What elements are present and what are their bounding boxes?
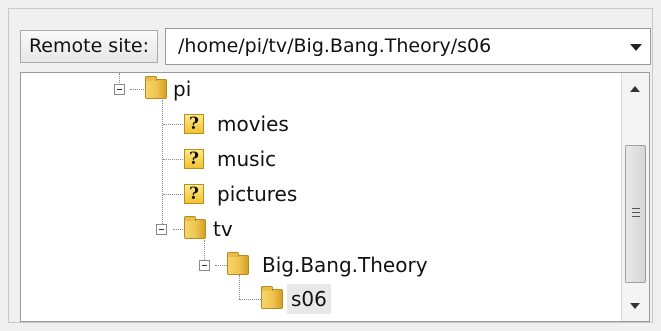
tree-item-big-bang-theory[interactable]: Big.Bang.Theory xyxy=(194,250,454,280)
tree-connector xyxy=(239,299,261,300)
tree-item-music[interactable]: ? music xyxy=(181,144,341,174)
unknown-folder-icon: ? xyxy=(184,184,204,204)
folder-icon xyxy=(145,76,167,99)
grip-icon xyxy=(632,216,640,217)
tree-item-label: s06 xyxy=(287,284,331,314)
tree-item-label: music xyxy=(217,147,277,171)
tree-item-label: tv xyxy=(213,217,233,241)
collapse-icon[interactable] xyxy=(114,84,125,95)
remote-path-combobox[interactable]: /home/pi/tv/Big.Bang.Theory/s06 xyxy=(165,28,651,65)
tree-connector xyxy=(162,100,163,226)
tree-item-label: pictures xyxy=(217,182,298,206)
remote-site-label: Remote site: xyxy=(20,30,158,63)
folder-icon xyxy=(227,252,249,275)
remote-directory-tree[interactable]: pi ? movies ? music ? pictures tv Big.Ba… xyxy=(20,72,650,322)
vertical-scrollbar[interactable] xyxy=(621,73,649,321)
tree-connector xyxy=(163,194,183,195)
tree-item-tv[interactable]: tv xyxy=(151,214,271,244)
tree-item-label: Big.Bang.Theory xyxy=(262,253,428,277)
grip-icon xyxy=(632,208,640,209)
tree-item-label: movies xyxy=(217,112,289,136)
tree-item-label: pi xyxy=(173,77,192,101)
folder-icon xyxy=(184,216,206,239)
unknown-folder-icon: ? xyxy=(184,114,204,134)
grip-icon xyxy=(632,212,640,213)
scrollbar-thumb[interactable] xyxy=(625,145,646,283)
tree-connector xyxy=(163,159,183,160)
scroll-up-icon[interactable] xyxy=(630,86,640,92)
scroll-down-icon[interactable] xyxy=(630,303,640,309)
tree-item-s06[interactable]: s06 xyxy=(259,284,379,314)
tree-item-pictures[interactable]: ? pictures xyxy=(181,179,341,209)
remote-path-value: /home/pi/tv/Big.Bang.Theory/s06 xyxy=(178,35,492,57)
collapse-icon[interactable] xyxy=(199,260,210,271)
chevron-down-icon[interactable] xyxy=(630,44,642,51)
collapse-icon[interactable] xyxy=(156,224,167,235)
tree-connector xyxy=(163,124,183,125)
tree-item-pi[interactable]: pi xyxy=(109,74,229,104)
tree-item-movies[interactable]: ? movies xyxy=(181,109,341,139)
unknown-folder-icon: ? xyxy=(184,149,204,169)
folder-icon xyxy=(261,286,283,309)
